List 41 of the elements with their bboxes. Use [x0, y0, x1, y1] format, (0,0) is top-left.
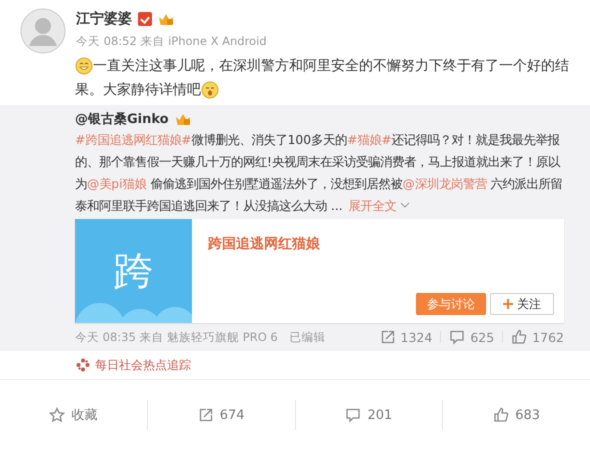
favorite-button[interactable]: 收藏: [0, 400, 147, 430]
stat-button[interactable]: 625: [449, 329, 494, 345]
repost-meta: 今天 08:35 来自 魅族轻巧旗舰 PRO 6: [75, 330, 278, 344]
avatar: [20, 8, 66, 54]
post-text: 果。大家静待详情吧: [75, 81, 201, 100]
smiley-icon: [75, 57, 93, 75]
post-meta: 今天 08:52 来自 iPhone X Android: [76, 34, 267, 49]
topic-link[interactable]: 每日社会热点追踪: [95, 356, 191, 374]
post-text: 一直关注这事儿呢，在深圳警方和阿里安全的不懈努力下终于有了一个好的结: [93, 57, 569, 76]
like-button[interactable]: 683: [442, 400, 590, 430]
comment-icon: [345, 407, 362, 423]
expand-link[interactable]: 展开全文: [348, 199, 410, 213]
follow-button[interactable]: 关注: [490, 293, 554, 315]
share-button[interactable]: 674: [146, 400, 294, 430]
star-icon: [49, 407, 66, 423]
author-name[interactable]: 江宁婆婆: [76, 10, 132, 28]
hashtag-link[interactable]: #猫娘#: [347, 133, 392, 147]
topic-card[interactable]: 跨 跨国追逃网红猫娘 参与讨论 关注: [75, 219, 564, 323]
topic-title[interactable]: 跨国追逃网红猫娘: [208, 235, 554, 253]
share-icon: [380, 329, 396, 345]
share-icon: [198, 407, 214, 423]
hashtag-link[interactable]: #跨国追逃网红猫娘#: [75, 133, 192, 147]
thumbs-up-icon: [493, 407, 510, 423]
flower-icon: [76, 358, 90, 372]
emoji-icon: [201, 81, 219, 99]
plus-icon: [503, 299, 513, 309]
mention-link[interactable]: @美pi猫娘: [87, 177, 147, 191]
discuss-button[interactable]: 参与讨论: [416, 293, 486, 315]
mention-link[interactable]: @深圳龙岗警营: [402, 177, 487, 191]
repost-text: #跨国追逃网红猫娘#微博删光、消失了100多天的#猫娘#还记得吗？对！就是我最先举报的、那个靠售假一天赚几十万的网红!央视周末在采访受骗消费者，马上报道就出来了！原以为@美pi猫娘 偷偷逃到国外住别墅逍遥法外了，没想到居然被@深圳龙岗警营 六约派出所留泰和阿里联手跨国追逃回来了！从没搞这么大动 ... 展开全文: [75, 132, 564, 215]
crown-icon: [174, 112, 191, 126]
crown-icon: [158, 12, 174, 26]
edited-label: 已编辑: [290, 330, 326, 344]
comment-button[interactable]: 201: [294, 400, 442, 430]
caret-icon: [400, 201, 410, 209]
thumbnail-text: 跨: [114, 248, 154, 296]
author-name[interactable]: @银古桑Ginko: [75, 110, 169, 128]
comment-icon: [449, 329, 466, 345]
thumbs-up-icon: [511, 329, 528, 345]
stat-button[interactable]: 1324: [380, 329, 432, 345]
stat-button[interactable]: 1762: [511, 329, 564, 345]
